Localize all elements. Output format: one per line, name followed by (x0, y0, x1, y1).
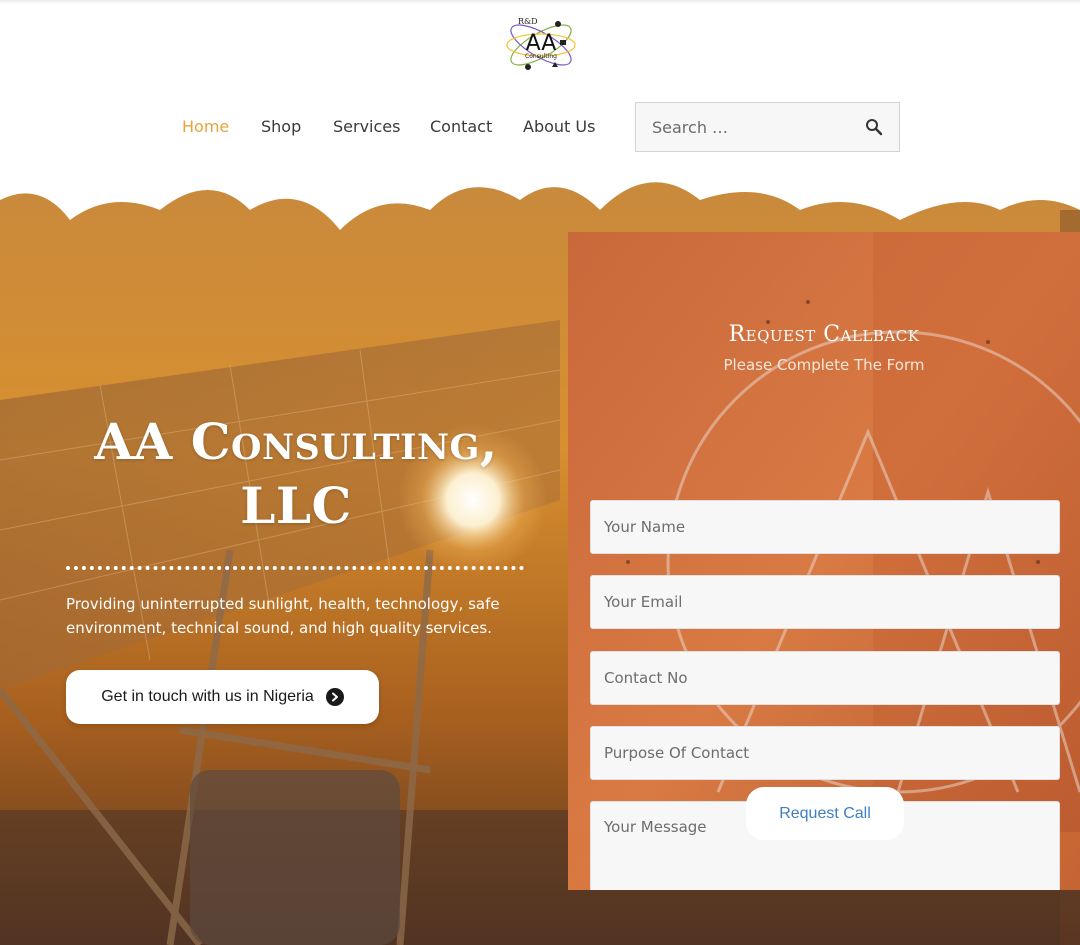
request-call-button[interactable]: Request Call (746, 787, 904, 840)
main-nav: Home Shop Services Contact About Us (0, 102, 1080, 152)
search-input[interactable] (652, 103, 852, 151)
hero-subtitle: Providing uninterrupted sunlight, health… (66, 595, 500, 637)
cta-label: Get in touch with us in Nigeria (101, 688, 314, 705)
purpose-field[interactable] (590, 726, 1060, 780)
request-callback-form: Request Callback Please Complete The For… (568, 232, 1080, 890)
site-logo[interactable]: R&D AA Consulting (502, 12, 580, 78)
email-field[interactable] (590, 575, 1060, 629)
logo-rd-text: R&D (518, 17, 538, 26)
nav-item-about-us[interactable]: About Us (523, 102, 595, 152)
contact-number-field[interactable] (590, 651, 1060, 705)
nav-item-contact[interactable]: Contact (430, 102, 492, 152)
form-title: Request Callback (728, 322, 920, 347)
hero-title: AA Consulting, LLC (94, 412, 498, 535)
logo-consulting-text: Consulting (525, 53, 557, 60)
name-field[interactable] (590, 500, 1060, 554)
search-box (635, 102, 900, 152)
nav-item-home[interactable]: Home (182, 102, 229, 152)
search-icon[interactable] (865, 118, 883, 136)
hero-section: AA Consulting, LLC Providing uninterrupt… (0, 170, 1080, 945)
get-in-touch-button[interactable]: Get in touch with us in Nigeria (66, 670, 379, 724)
nav-item-shop[interactable]: Shop (261, 102, 301, 152)
nav-item-services[interactable]: Services (333, 102, 400, 152)
hero-divider (66, 566, 524, 570)
form-subtitle: Please Complete The Form (723, 356, 925, 374)
chevron-circle-right-icon (325, 688, 344, 706)
top-shadow (0, 0, 1080, 4)
